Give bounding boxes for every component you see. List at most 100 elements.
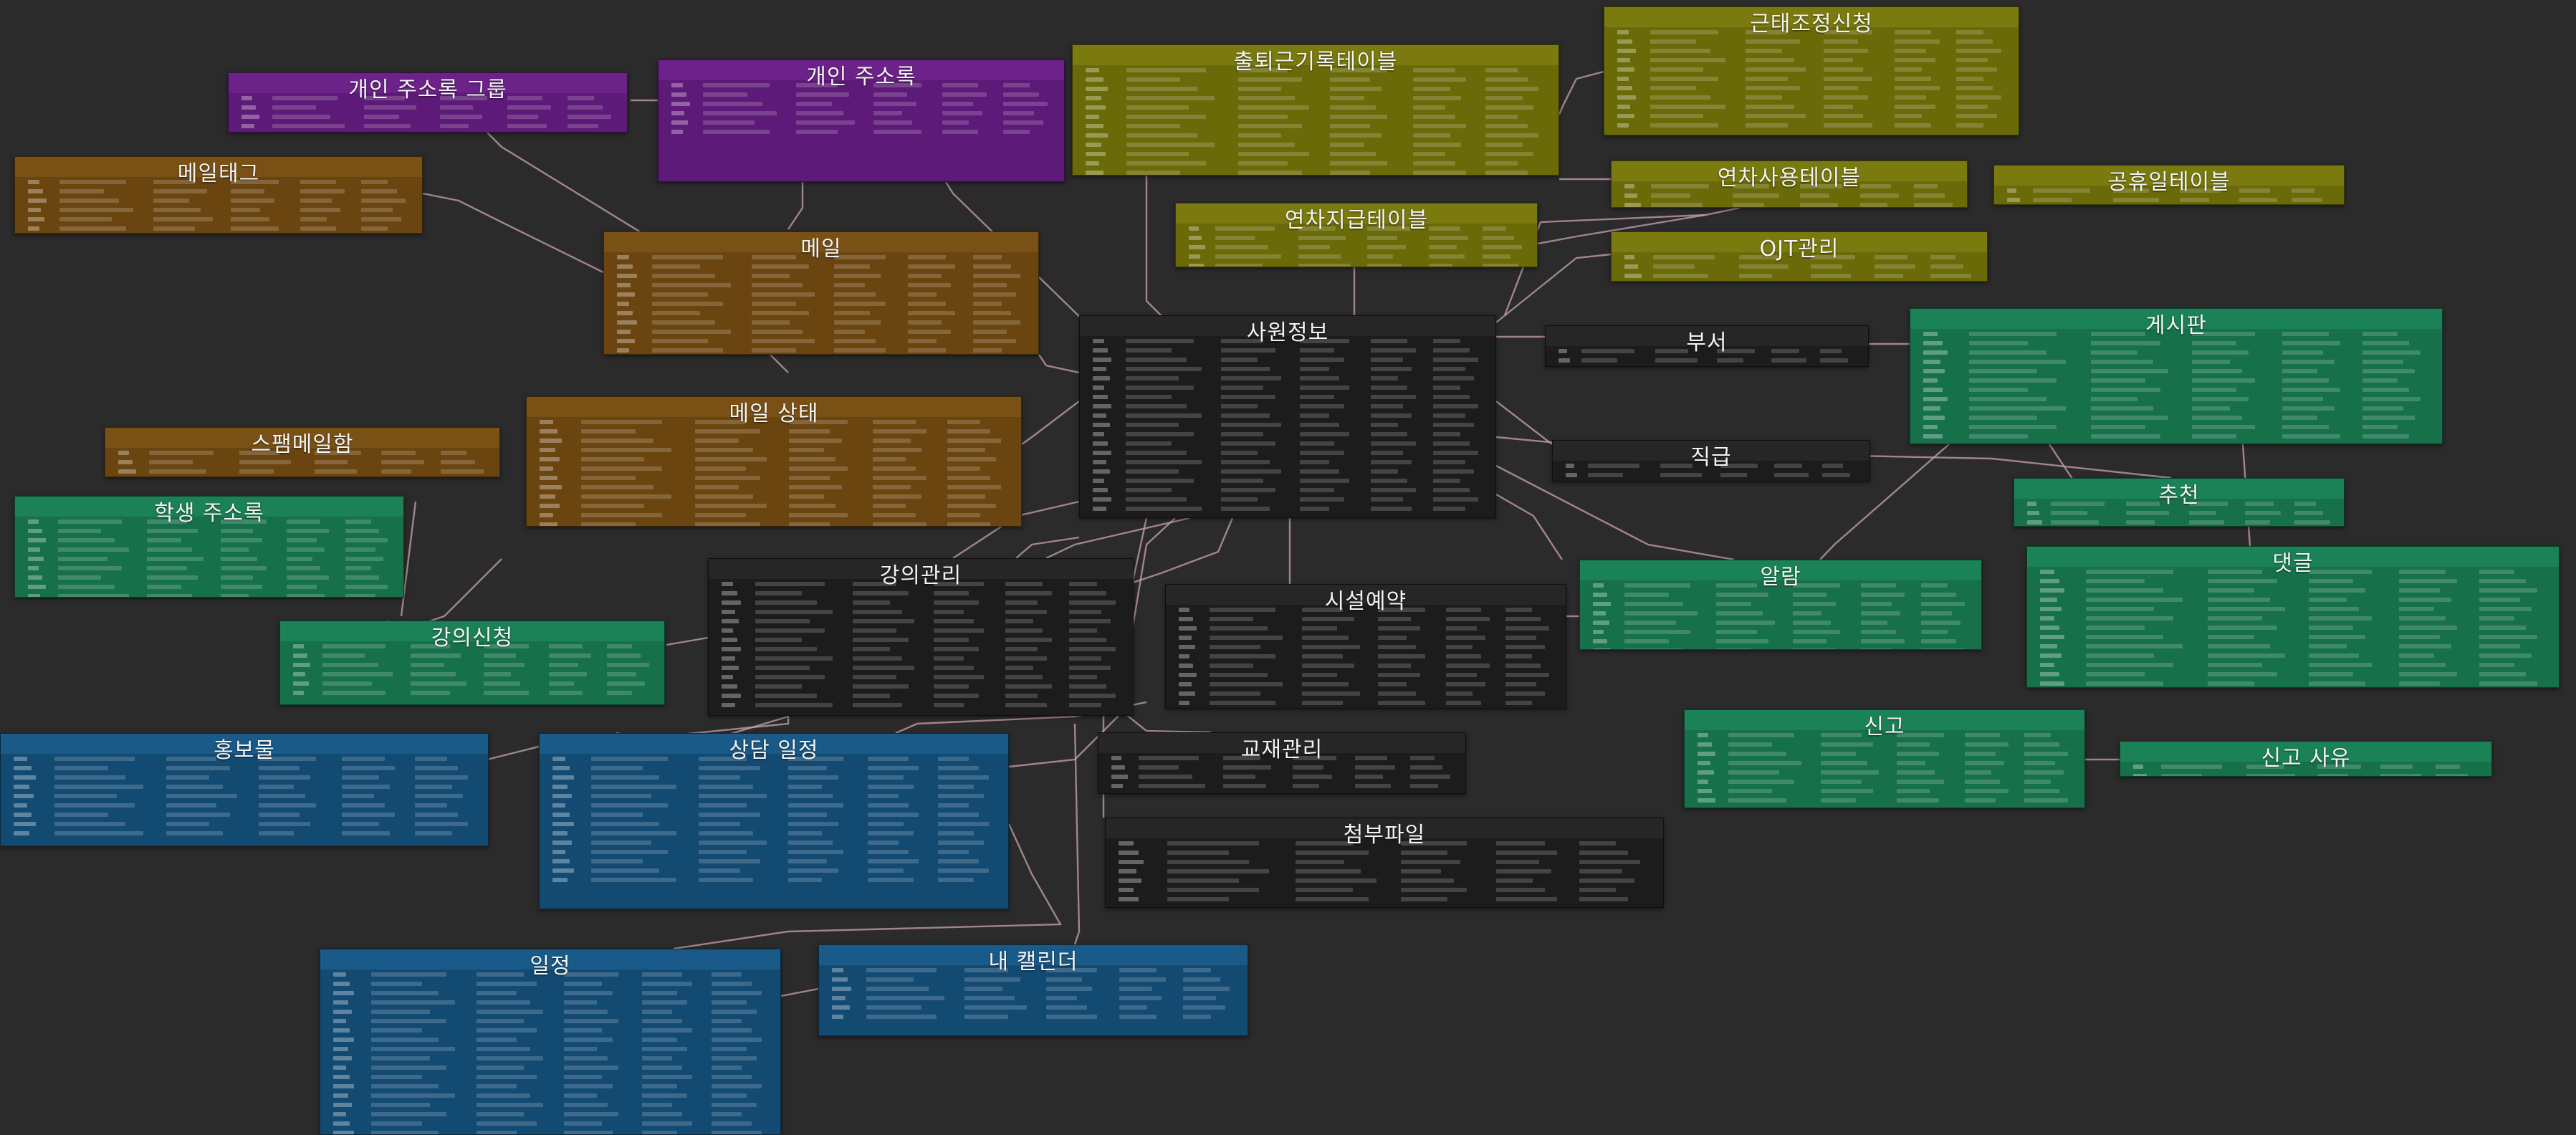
table-holiday[interactable]: 공휴일테이블 (1993, 165, 2345, 205)
column-row (1604, 75, 2019, 85)
column-cell (1698, 761, 1710, 765)
column-cell (1300, 404, 1344, 408)
table-mail-tag[interactable]: 메일태그 (14, 156, 423, 234)
column-cell (2192, 369, 2242, 373)
column-row (229, 95, 627, 104)
column-cell (1897, 789, 1930, 793)
table-spam-mail[interactable]: 스팸메일함 (105, 427, 500, 477)
column-row (320, 1129, 780, 1134)
column-row (1604, 57, 2019, 66)
column-cell (1965, 752, 1996, 756)
column-cell (788, 766, 827, 770)
table-annual-usage[interactable]: 연차사용테이블 (1611, 161, 1968, 208)
table-schedule[interactable]: 일정 (320, 949, 781, 1135)
column-cell (2086, 663, 2173, 667)
column-row (659, 110, 1064, 119)
column-cell (333, 982, 350, 986)
column-cell (617, 274, 637, 278)
column-cell (221, 566, 267, 570)
table-attendance-adjust[interactable]: 근태조정신청 (1604, 6, 2019, 135)
table-header: 상담 일정 (540, 734, 1008, 763)
table-recommend[interactable]: 추천 (2014, 478, 2345, 527)
table-lecture-apply[interactable]: 강의신청 (279, 621, 665, 705)
column-cell (14, 794, 34, 798)
column-row (2027, 643, 2559, 652)
column-cell (259, 757, 316, 761)
column-cell (1189, 245, 1205, 249)
table-alarm[interactable]: 알람 (1579, 560, 1982, 650)
column-cell (1355, 775, 1383, 779)
column-cell (789, 448, 824, 452)
column-cell (2362, 360, 2403, 364)
column-cell (1413, 143, 1461, 147)
column-cell (2024, 770, 2064, 775)
column-cell (1739, 255, 1778, 259)
column-cell (2282, 378, 2329, 383)
table-attendance-log[interactable]: 출퇴근기록테이블 (1072, 44, 1559, 176)
column-cell (1093, 385, 1104, 390)
column-cell (866, 968, 937, 972)
column-cell (345, 594, 375, 597)
column-cell (147, 575, 198, 580)
column-cell (868, 822, 904, 826)
table-board[interactable]: 게시판 (1910, 308, 2443, 444)
column-cell (652, 274, 715, 278)
table-mail-status[interactable]: 메일 상태 (526, 396, 1022, 527)
table-facility[interactable]: 시설예약 (1165, 584, 1566, 709)
table-header: 첨부파일 (1106, 818, 1663, 848)
column-cell (564, 1028, 602, 1033)
column-cell (1965, 761, 2004, 765)
column-cell (322, 663, 378, 667)
column-cell (1956, 49, 2001, 53)
column-cell (908, 255, 946, 259)
column-cell (1485, 115, 1518, 119)
column-cell (722, 647, 741, 651)
table-promotion[interactable]: 홍보물 (0, 733, 489, 846)
table-position[interactable]: 직급 (1552, 440, 1870, 482)
column-row (1080, 337, 1495, 347)
table-my-calendar[interactable]: 내 캘린더 (818, 944, 1248, 1036)
column-cell (14, 831, 29, 835)
column-cell (1496, 860, 1539, 864)
table-comment[interactable]: 댓글 (2026, 546, 2560, 688)
column-cell (1824, 123, 1872, 128)
column-cell (699, 766, 760, 770)
column-cell (1429, 264, 1452, 267)
table-department[interactable]: 부서 (1545, 325, 1869, 367)
column-cell (947, 439, 1001, 443)
table-personal-addressbook-group[interactable]: 개인 주소록 그룹 (228, 72, 628, 133)
table-annual-grant[interactable]: 연차지급테이블 (1175, 203, 1538, 267)
column-cell (153, 226, 195, 231)
column-row (709, 599, 1133, 608)
table-ojt[interactable]: OJT관리 (1611, 231, 1988, 282)
table-columns (819, 967, 1248, 1035)
table-header: 일정 (320, 949, 780, 979)
column-cell (2399, 616, 2446, 621)
column-cell (221, 594, 249, 597)
table-header: 알람 (1580, 560, 1981, 590)
table-student-addressbook[interactable]: 학생 주소록 (14, 496, 404, 598)
column-cell (239, 451, 279, 455)
column-cell (147, 566, 187, 570)
table-counsel[interactable]: 상담 일정 (539, 733, 1009, 909)
column-cell (853, 675, 896, 679)
table-lecture[interactable]: 강의관리 (708, 558, 1134, 716)
column-cell (1483, 264, 1518, 267)
table-textbook[interactable]: 교재관리 (1098, 732, 1466, 794)
column-cell (1579, 878, 1634, 883)
table-attachment[interactable]: 첨부파일 (1105, 818, 1664, 908)
column-cell (712, 972, 742, 977)
table-employee[interactable]: 사원정보 (1079, 315, 1496, 518)
column-cell (868, 775, 904, 780)
column-cell (652, 292, 708, 297)
column-cell (1485, 68, 1518, 72)
column-row (1073, 160, 1558, 169)
column-row (2014, 500, 2344, 509)
column-cell (755, 675, 825, 679)
column-cell (2091, 388, 2160, 392)
table-personal-addressbook[interactable]: 개인 주소록 (658, 59, 1065, 182)
column-cell (617, 302, 629, 306)
table-report-reason[interactable]: 신고 사유 (2120, 741, 2492, 777)
table-mail[interactable]: 메일 (603, 231, 1039, 355)
table-report[interactable]: 신고 (1684, 709, 2085, 808)
